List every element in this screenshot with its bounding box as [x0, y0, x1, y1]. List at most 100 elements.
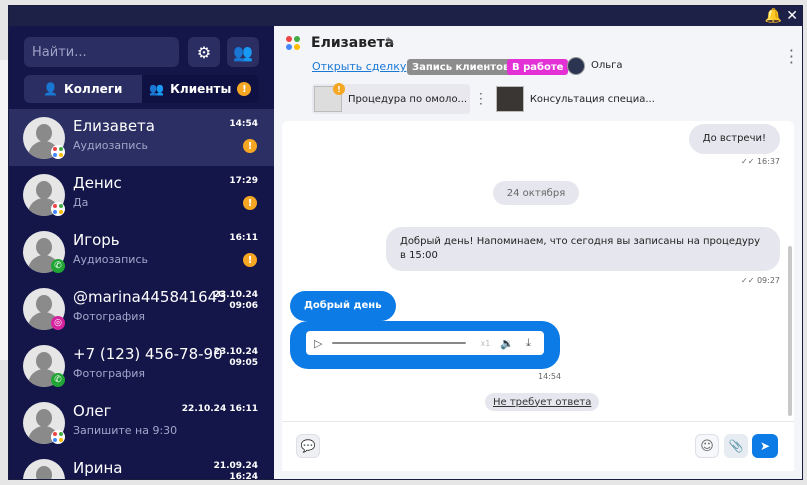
background-fragment [0, 60, 8, 360]
emoji-icon[interactable]: ☺ [695, 434, 719, 458]
message-time: 23.10.24 09:06 [213, 290, 258, 311]
bell-icon[interactable]: 🔔 [765, 8, 782, 24]
close-icon[interactable]: ✕ [786, 8, 798, 24]
chat-window: 🔔 ✕ ⚙ 👥 👤 Коллеги 👥 Клиенты ! Е [8, 5, 803, 480]
warning-badge: ! [243, 196, 257, 210]
phone-icon: ✆ [51, 373, 65, 387]
window-titlebar: 🔔 ✕ [9, 6, 802, 26]
filter-button[interactable]: ⚙ [188, 37, 220, 67]
operator-avatar [567, 57, 585, 75]
outgoing-message: До встречи! [688, 124, 780, 154]
last-message: Аудиозапись [73, 139, 148, 152]
tab-label: Коллеги [64, 82, 123, 96]
play-icon[interactable]: ▷ [314, 337, 322, 350]
message-time: 14:54 [229, 119, 258, 129]
open-deal-link[interactable]: Открыть сделку [312, 60, 406, 73]
playback-speed[interactable]: x1 [480, 339, 490, 348]
contacts-button[interactable]: 👥 [227, 37, 259, 67]
instagram-icon: ◎ [51, 316, 65, 330]
contact-name: Игорь [73, 231, 120, 249]
conversation-item[interactable]: Денис Да 17:29 ! [9, 166, 274, 223]
audio-progress[interactable] [332, 342, 467, 344]
message-meta: ✓✓ 09:27 [741, 276, 780, 285]
contact-name: Елизавета [73, 117, 155, 135]
multichannel-icon [51, 145, 65, 159]
outgoing-message: Добрый день! Напоминаем, что сегодня вы … [386, 227, 780, 271]
deal-card[interactable]: Консультация специа... [494, 84, 654, 114]
composer: 💬 ☺ 📎 ➤ [282, 421, 794, 471]
deal-title: Консультация специа... [529, 93, 654, 105]
last-message: Да [73, 196, 89, 209]
message-area[interactable]: До встречи! ✓✓ 16:37 24 октября Добрый д… [282, 121, 794, 443]
incoming-audio-message: ▷ x1 🔉 ⤓ [290, 321, 560, 369]
users-icon: 👥 [233, 42, 253, 62]
message-time: 16:11 [229, 233, 258, 243]
app-logo-icon [286, 36, 302, 52]
user-icon: 👤 [43, 82, 58, 96]
read-check-icon: ✓✓ [740, 276, 755, 285]
deal-card[interactable]: ! Процедура по омоло... [312, 83, 470, 114]
operator-name: Ольга [591, 60, 623, 71]
multichannel-icon [51, 430, 65, 444]
contact-name: Денис [73, 174, 122, 192]
message-time: 21.09.24 16:24 [213, 461, 258, 480]
read-check-icon: ✓✓ [740, 157, 755, 166]
send-icon[interactable]: ➤ [752, 434, 778, 458]
deal-thumbnail [496, 86, 524, 112]
conversation-list[interactable]: Елизавета Аудиозапись 14:54 ! Денис Да 1… [9, 109, 274, 480]
deal-title: Процедура по омоло... [348, 93, 468, 105]
conversation-item[interactable]: Ирина 21.09.24 16:24 [9, 451, 274, 480]
chat-panel: Елизавета ✎ · · · Открыть сделку Запись кл… [274, 26, 802, 479]
message-time: 09:27 [756, 276, 780, 285]
date-separator: 24 октября [493, 181, 579, 205]
warning-badge: ! [237, 82, 252, 96]
conversation-item[interactable]: ✆ Игорь Аудиозапись 16:11 ! [9, 223, 274, 280]
conversation-item[interactable]: ✆ +7 (123) 456-78-90 Фотография 23.10.24… [9, 337, 274, 394]
contact-name: @marina445841645 [73, 288, 227, 306]
contact-name: Олег [73, 402, 112, 420]
message-time: 17:29 [229, 176, 258, 186]
message-input[interactable] [328, 434, 628, 458]
warning-badge: ! [243, 253, 257, 267]
tab-colleagues[interactable]: 👤 Коллеги [24, 75, 142, 103]
tab-clients[interactable]: 👥 Клиенты ! [141, 75, 259, 103]
tab-label: Клиенты [170, 82, 232, 96]
contact-name: Ирина [73, 459, 123, 477]
attachment-icon[interactable]: 📎 [724, 434, 748, 458]
message-time: 14:54 [538, 372, 562, 381]
users-icon: 👥 [149, 82, 165, 96]
contact-name: +7 (123) 456-78-90 [73, 345, 223, 363]
avatar [23, 459, 65, 479]
conversation-item[interactable]: Олег Запишите на 9:30 22.10.24 16:11 [9, 394, 274, 451]
chat-title: Елизавета [311, 35, 395, 51]
phone-icon: ✆ [51, 259, 65, 273]
volume-icon[interactable]: 🔉 [500, 337, 514, 350]
message-text: Добрый день [304, 300, 382, 311]
message-time: 22.10.24 16:11 [181, 404, 258, 414]
sidebar-tabs: 👤 Коллеги 👥 Клиенты ! [24, 75, 259, 103]
deal-thumbnail: ! [314, 83, 345, 112]
download-icon[interactable]: ⤓ [526, 336, 531, 350]
message-text: До встречи! [702, 133, 766, 144]
audio-player[interactable]: ▷ x1 🔉 ⤓ [306, 331, 544, 355]
search-input[interactable] [24, 37, 179, 67]
pipeline-tag[interactable]: Запись клиентов [407, 59, 515, 75]
no-reply-button[interactable]: Не требует ответа [485, 393, 600, 411]
conversation-item[interactable]: ◎ @marina445841645 Фотография 23.10.24 0… [9, 280, 274, 337]
warning-badge: ! [243, 139, 257, 153]
conversation-item[interactable]: Елизавета Аудиозапись 14:54 ! [9, 109, 274, 166]
multichannel-icon [51, 202, 65, 216]
status-tag[interactable]: В работе [507, 59, 569, 75]
pencil-icon[interactable]: ✎ [385, 35, 395, 49]
kebab-menu-icon[interactable]: · · · [789, 43, 794, 71]
message-time: 23.10.24 09:05 [213, 347, 258, 368]
warning-badge: ! [333, 83, 345, 95]
last-message: Фотография [73, 310, 146, 323]
message-text: Добрый день! Напоминаем, что сегодня вы … [400, 236, 761, 261]
sliders-icon: ⚙ [196, 42, 212, 62]
last-message: Запишите на 9:30 [73, 424, 178, 437]
more-vertical-icon[interactable]: · · · [479, 88, 483, 110]
templates-icon[interactable]: 💬 [296, 434, 320, 458]
scrollbar[interactable] [788, 246, 792, 416]
incoming-message: Добрый день [290, 291, 396, 321]
